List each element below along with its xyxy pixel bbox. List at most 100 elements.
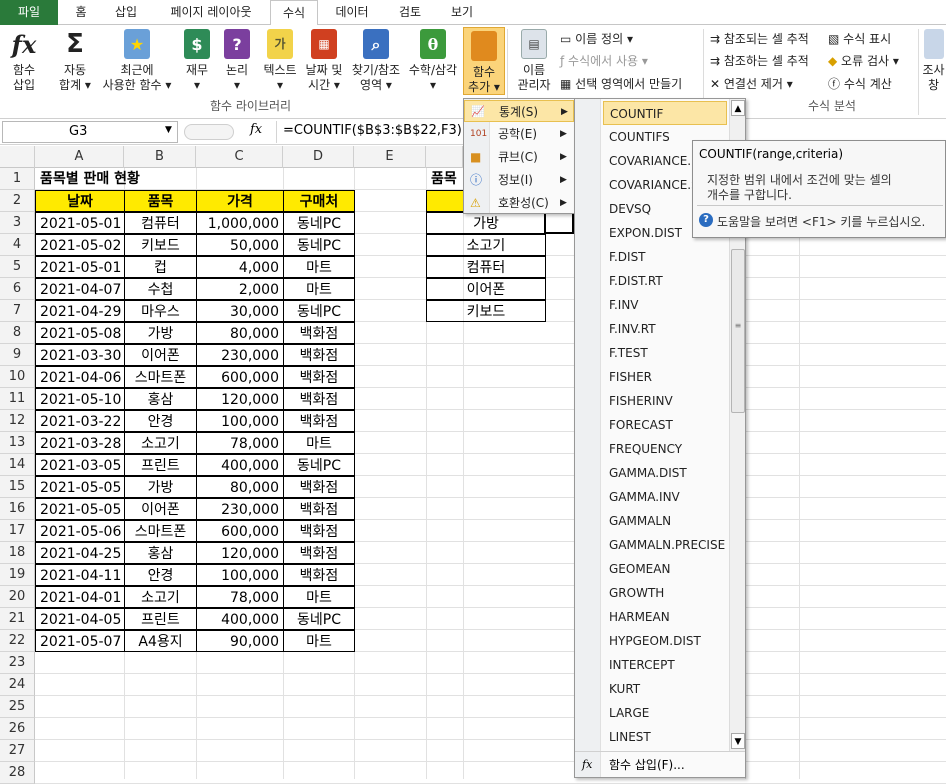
table-cell[interactable]: 동네PC [283,608,355,630]
lookup-item-cell[interactable]: 이어폰 [426,278,546,300]
function-item[interactable]: FREQUENCY [603,437,727,461]
row-header[interactable]: 21 [0,608,35,630]
table-cell[interactable]: 안경 [124,410,197,432]
function-item[interactable]: GEOMEAN [603,557,727,581]
table-cell[interactable]: 동네PC [283,234,355,256]
evaluate-formula-button[interactable]: ⓕ 수식 계산 [828,75,892,93]
use-in-formula-button[interactable]: ƒ 수식에서 사용 ▾ [560,52,648,70]
table-header-cell[interactable]: 날짜 [35,190,125,212]
function-item[interactable]: F.INV [603,293,727,317]
table-cell[interactable]: 백화점 [283,542,355,564]
tab-insert[interactable]: 삽입 [108,0,144,25]
row-header[interactable]: 14 [0,454,35,476]
column-header-a[interactable]: A [35,146,124,168]
table-cell[interactable]: 백화점 [283,366,355,388]
table-cell[interactable]: 안경 [124,564,197,586]
function-item[interactable]: KURT [603,677,727,701]
table-cell[interactable]: 마트 [283,256,355,278]
table-cell[interactable]: 2021-05-10 [35,388,125,410]
table-cell[interactable]: 600,000 [196,520,284,542]
table-cell[interactable]: 2021-03-30 [35,344,125,366]
table-cell[interactable]: 백화점 [283,410,355,432]
table-cell[interactable]: 2021-04-05 [35,608,125,630]
table-cell[interactable]: 수첩 [124,278,197,300]
menu-item-information[interactable]: ⓘ 정보(I) ▶ [464,169,574,191]
tab-view[interactable]: 보기 [444,0,480,25]
remove-arrows-button[interactable]: ✕ 연결선 제거 ▾ [710,75,793,93]
column-header-b[interactable]: B [124,146,196,168]
table-cell[interactable]: 100,000 [196,410,284,432]
insert-function-button[interactable]: fx 함수 삽입 [4,29,44,93]
row-header[interactable]: 12 [0,410,35,432]
name-manager-button[interactable]: ▤ 이름 관리자 [512,29,556,93]
table-cell[interactable]: 2021-03-05 [35,454,125,476]
table-cell[interactable]: 백화점 [283,322,355,344]
row-header[interactable]: 20 [0,586,35,608]
table-cell[interactable]: 동네PC [283,212,355,234]
tab-file[interactable]: 파일 [0,0,58,25]
row-header[interactable]: 3 [0,212,35,234]
table-cell[interactable]: 컴퓨터 [124,212,197,234]
table-cell[interactable]: 2021-05-02 [35,234,125,256]
table-cell[interactable]: 2021-03-28 [35,432,125,454]
table-cell[interactable]: 백화점 [283,564,355,586]
table-cell[interactable]: 소고기 [124,586,197,608]
row-header[interactable]: 13 [0,432,35,454]
row-header[interactable]: 11 [0,388,35,410]
formula-bar-splitter[interactable] [184,124,234,140]
menu-item-engineering[interactable]: 101 공학(E) ▶ [464,123,574,145]
table-cell[interactable]: 가방 [124,476,197,498]
table-cell[interactable]: 백화점 [283,520,355,542]
function-item[interactable]: F.DIST.RT [603,269,727,293]
table-cell[interactable]: 마트 [283,432,355,454]
table-cell[interactable]: 백화점 [283,388,355,410]
table-cell[interactable]: 400,000 [196,608,284,630]
row-header[interactable]: 28 [0,762,35,784]
tab-data[interactable]: 데이터 [330,0,374,25]
table-cell[interactable]: 스마트폰 [124,366,197,388]
recently-used-button[interactable]: ★ 최근에 사용한 함수 ▾ [100,29,174,93]
scroll-down-icon[interactable]: ▼ [731,733,745,749]
table-cell[interactable]: 마우스 [124,300,197,322]
table-cell[interactable]: 4,000 [196,256,284,278]
table-cell[interactable]: 78,000 [196,432,284,454]
logical-button[interactable]: ? 논리 ▾ [220,29,254,93]
row-header[interactable]: 5 [0,256,35,278]
function-item[interactable]: GAMMALN [603,509,727,533]
menu-item-statistical[interactable]: 📈 통계(S) ▶ [464,100,574,122]
function-item[interactable]: FISHERINV [603,389,727,413]
active-cell-g3[interactable] [544,211,574,234]
create-from-selection-button[interactable]: ▦ 선택 영역에서 만들기 [560,75,682,93]
table-cell[interactable]: 동네PC [283,454,355,476]
text-button[interactable]: 가 텍스트 ▾ [258,29,302,93]
row-header[interactable]: 22 [0,630,35,652]
table-cell[interactable]: 2021-04-29 [35,300,125,322]
table-cell[interactable]: 프린트 [124,608,197,630]
table-cell[interactable]: 소고기 [124,432,197,454]
table-cell[interactable]: 마트 [283,630,355,652]
define-name-button[interactable]: ▭ 이름 정의 ▾ [560,30,633,48]
column-header-c[interactable]: C [196,146,283,168]
row-header[interactable]: 26 [0,718,35,740]
row-header[interactable]: 4 [0,234,35,256]
table-cell[interactable]: 백화점 [283,498,355,520]
row-header[interactable]: 8 [0,322,35,344]
table-cell[interactable]: 동네PC [283,300,355,322]
name-box[interactable]: G3 ▼ [2,121,178,143]
table-header-cell[interactable]: 구매처 [283,190,355,212]
financial-button[interactable]: $ 재무 ▾ [180,29,214,93]
function-item[interactable]: F.TEST [603,341,727,365]
function-item[interactable]: GAMMALN.PRECISE [603,533,727,557]
table-cell[interactable]: 이어폰 [124,344,197,366]
table-cell[interactable]: 230,000 [196,344,284,366]
function-item[interactable]: GAMMA.INV [603,485,727,509]
table-cell[interactable]: 마트 [283,278,355,300]
table-cell[interactable]: 2021-05-08 [35,322,125,344]
function-item[interactable]: INTERCEPT [603,653,727,677]
row-header[interactable]: 25 [0,696,35,718]
scrollbar-thumb[interactable]: ≡ [731,249,745,413]
table-cell[interactable]: 90,000 [196,630,284,652]
table-cell[interactable]: 600,000 [196,366,284,388]
show-formulas-button[interactable]: ▧ 수식 표시 [828,30,891,48]
table-cell[interactable]: 80,000 [196,322,284,344]
